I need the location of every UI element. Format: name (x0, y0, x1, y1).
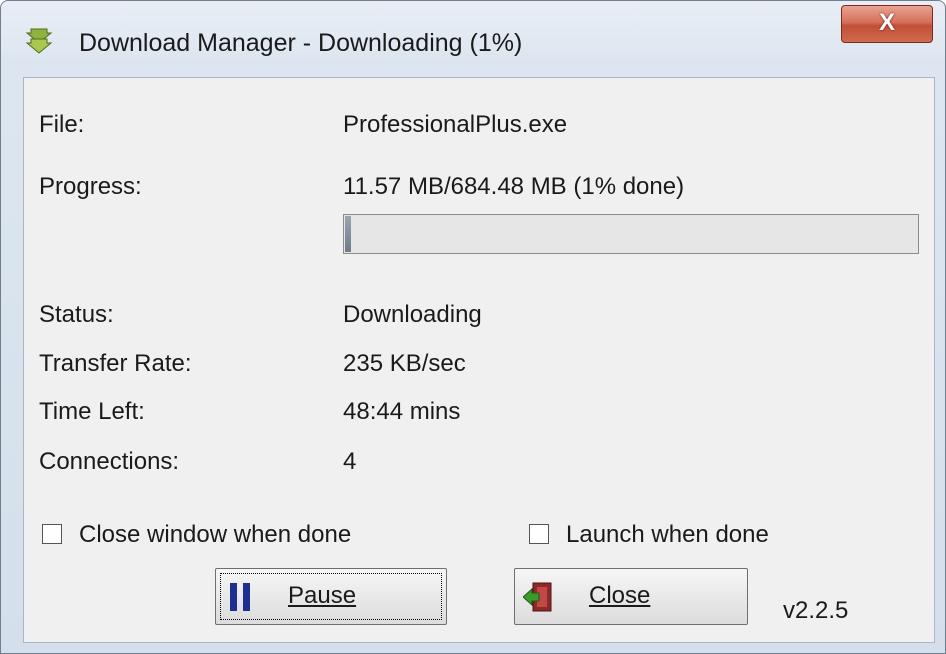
progress-bar-fill (345, 216, 351, 252)
version-label: v2.2.5 (783, 597, 849, 624)
transfer-rate-label: Transfer Rate: (39, 350, 192, 377)
progress-value: 11.57 MB/684.48 MB (1% done) (343, 173, 685, 200)
launch-when-done-label[interactable]: Launch when done (566, 521, 769, 549)
title-bar[interactable]: Download Manager - Downloading (1%) X (1, 1, 945, 77)
time-left-label: Time Left: (39, 398, 145, 425)
close-window-when-done-checkbox[interactable] (42, 524, 62, 544)
close-button[interactable]: Close (514, 568, 748, 625)
file-value: ProfessionalPlus.exe (343, 111, 568, 138)
pause-icon (230, 583, 250, 611)
time-left-value: 48:44 mins (343, 398, 461, 425)
window-title: Download Manager - Downloading (1%) (79, 29, 523, 57)
connections-label: Connections: (39, 448, 180, 475)
progress-bar (343, 214, 919, 254)
file-label: File: (39, 111, 85, 138)
launch-when-done-checkbox[interactable] (529, 524, 549, 544)
pause-button-label: Pause (288, 582, 357, 609)
pause-button[interactable]: Pause (215, 568, 447, 625)
download-manager-window: Download Manager - Downloading (1%) X Fi… (0, 0, 946, 654)
exit-door-icon (523, 582, 552, 612)
download-arrow-icon (25, 28, 53, 54)
window-close-button[interactable]: X (841, 5, 933, 43)
close-button-label: Close (589, 582, 651, 609)
transfer-rate-value: 235 KB/sec (343, 350, 466, 377)
progress-label: Progress: (39, 173, 142, 200)
status-label: Status: (39, 301, 114, 328)
connections-value: 4 (343, 448, 357, 475)
status-value: Downloading (343, 301, 482, 328)
close-window-when-done-label[interactable]: Close window when done (79, 521, 351, 549)
